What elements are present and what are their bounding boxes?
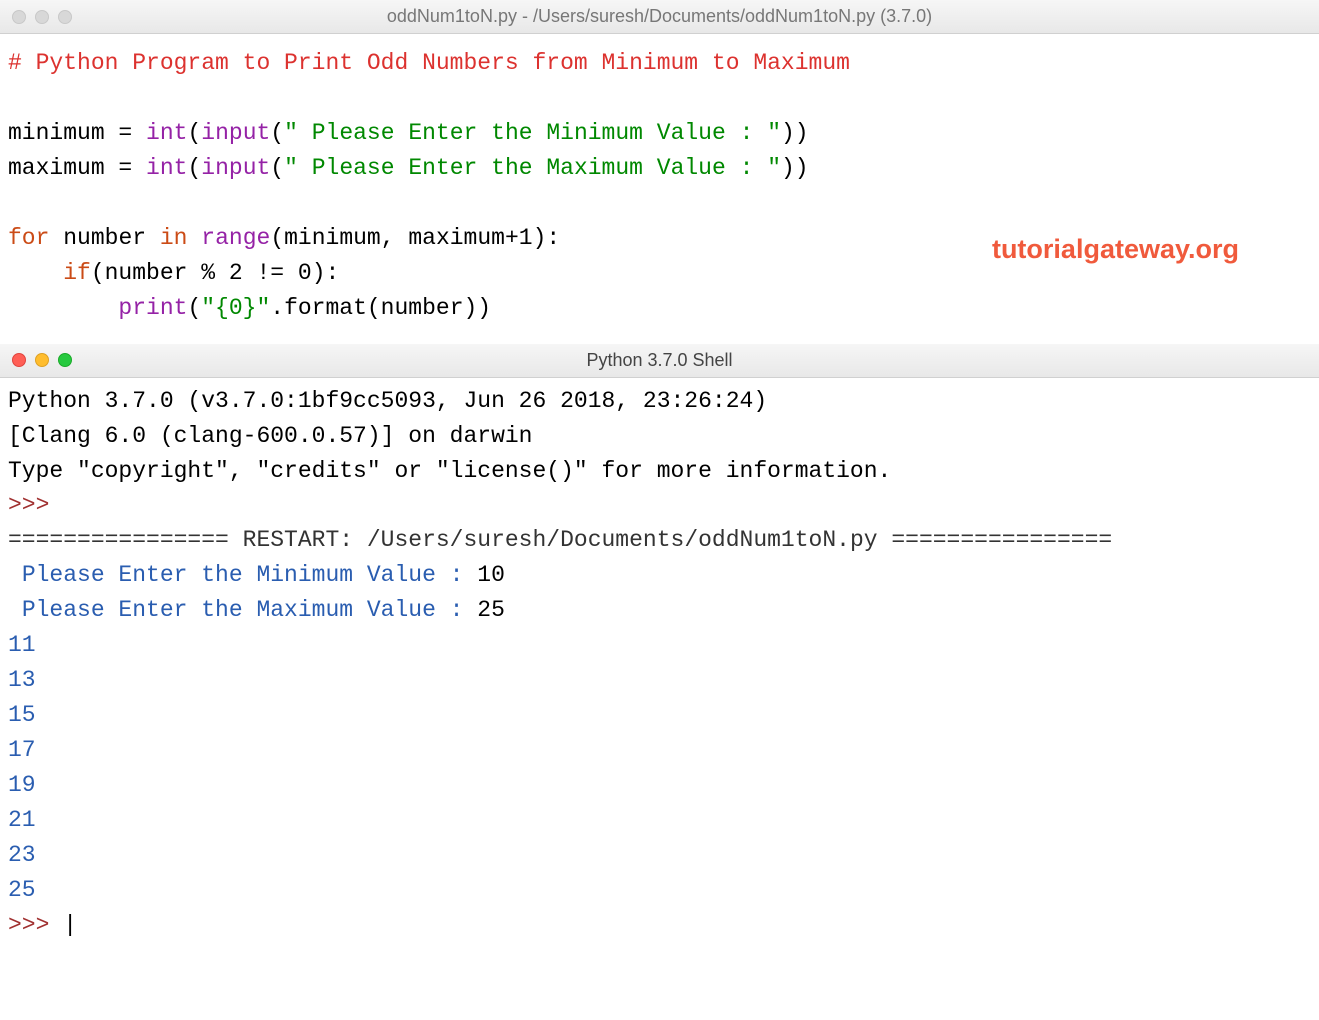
keyword-if: if	[63, 260, 91, 286]
shell-window: Python 3.7.0 Shell Python 3.7.0 (v3.7.0:…	[0, 344, 1319, 955]
shell-traffic-lights	[12, 353, 72, 367]
string-literal: " Please Enter the Minimum Value : "	[284, 120, 781, 146]
shell-titlebar: Python 3.7.0 Shell	[0, 344, 1319, 378]
banner-line: Type "copyright", "credits" or "license(…	[8, 458, 891, 484]
code-text: minimum	[8, 120, 105, 146]
builtin-input: input	[201, 120, 270, 146]
restart-suffix: ================	[878, 527, 1113, 553]
editor-window: oddNum1toN.py - /Users/suresh/Documents/…	[0, 0, 1319, 344]
close-icon[interactable]	[12, 353, 26, 367]
output-line: 19	[8, 772, 36, 798]
builtin-print: print	[118, 295, 187, 321]
zoom-icon[interactable]	[58, 353, 72, 367]
input-prompt-max: Please Enter the Maximum Value :	[8, 597, 477, 623]
keyword-in: in	[160, 225, 188, 251]
cursor-icon: |	[63, 912, 77, 938]
shell-title: Python 3.7.0 Shell	[586, 350, 732, 371]
code-editor[interactable]: # Python Program to Print Odd Numbers fr…	[0, 34, 1319, 344]
keyword-for: for	[8, 225, 49, 251]
editor-traffic-lights	[12, 10, 72, 24]
input-prompt-min: Please Enter the Minimum Value :	[8, 562, 477, 588]
builtin-range: range	[201, 225, 270, 251]
builtin-int: int	[146, 120, 187, 146]
shell-output[interactable]: Python 3.7.0 (v3.7.0:1bf9cc5093, Jun 26 …	[0, 378, 1319, 955]
minimize-icon[interactable]	[35, 10, 49, 24]
output-line: 11	[8, 632, 36, 658]
input-value-max: 25	[477, 597, 505, 623]
banner-line: Python 3.7.0 (v3.7.0:1bf9cc5093, Jun 26 …	[8, 388, 781, 414]
banner-line: [Clang 6.0 (clang-600.0.57)] on darwin	[8, 423, 533, 449]
shell-prompt: >>>	[8, 912, 63, 938]
editor-title: oddNum1toN.py - /Users/suresh/Documents/…	[387, 6, 932, 27]
string-literal: " Please Enter the Maximum Value : "	[284, 155, 781, 181]
output-line: 15	[8, 702, 36, 728]
code-comment: # Python Program to Print Odd Numbers fr…	[8, 50, 850, 76]
minimize-icon[interactable]	[35, 353, 49, 367]
editor-titlebar: oddNum1toN.py - /Users/suresh/Documents/…	[0, 0, 1319, 34]
close-icon[interactable]	[12, 10, 26, 24]
restart-prefix: ================	[8, 527, 243, 553]
output-line: 17	[8, 737, 36, 763]
watermark-text: tutorialgateway.org	[992, 229, 1239, 270]
output-line: 25	[8, 877, 36, 903]
shell-prompt: >>>	[8, 492, 63, 518]
output-line: 23	[8, 842, 36, 868]
input-value-min: 10	[477, 562, 505, 588]
string-literal: "{0}"	[201, 295, 270, 321]
zoom-icon[interactable]	[58, 10, 72, 24]
output-line: 13	[8, 667, 36, 693]
output-line: 21	[8, 807, 36, 833]
restart-path: RESTART: /Users/suresh/Documents/oddNum1…	[243, 527, 878, 553]
